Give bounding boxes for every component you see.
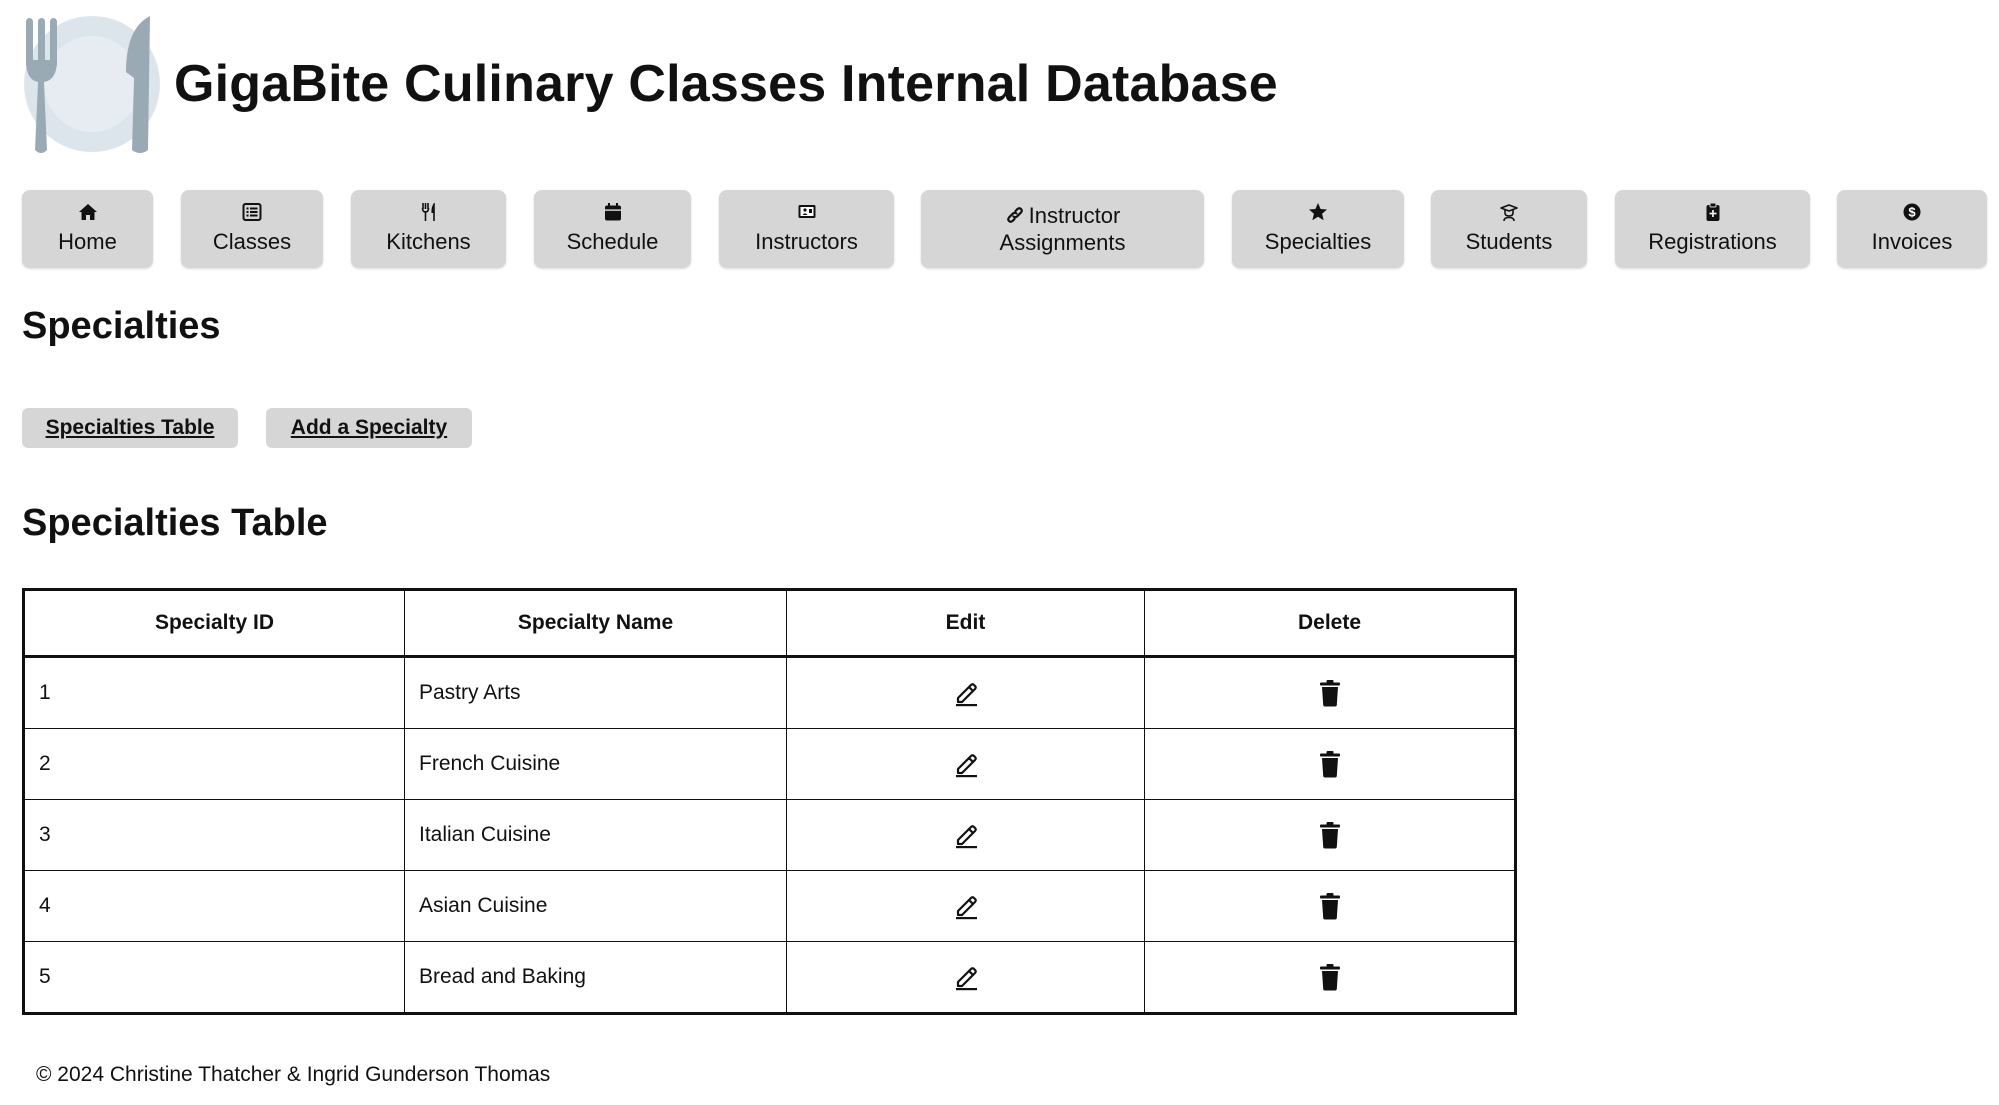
nav-invoices-button[interactable]: $ Invoices: [1837, 190, 1987, 268]
table-row: 4 Asian Cuisine: [23, 870, 1516, 942]
utensils-icon: [419, 202, 439, 222]
nav-instructors-button[interactable]: Instructors: [719, 190, 894, 268]
nav-instructor-assignments-label-line2: Assignments: [999, 230, 1126, 255]
star-icon: [1308, 202, 1328, 222]
graduate-icon: [1499, 202, 1519, 222]
calendar-icon: [603, 202, 623, 222]
table-row: 5 Bread and Baking: [23, 941, 1516, 1014]
pencil-icon[interactable]: [953, 892, 979, 920]
table-title: Specialties Table: [22, 502, 328, 544]
site-title: GigaBite Culinary Classes Internal Datab…: [174, 55, 1278, 113]
nav-home-button[interactable]: Home: [22, 190, 153, 268]
edit-cell: [786, 870, 1145, 942]
nav-registrations-button[interactable]: Registrations: [1615, 190, 1810, 268]
column-header-specialty-name: Specialty Name: [404, 589, 787, 657]
site-header: GigaBite Culinary Classes Internal Datab…: [22, 14, 1278, 154]
delete-cell: [1144, 941, 1516, 1014]
table-row: 2 French Cuisine: [23, 728, 1516, 800]
footer-copyright: © 2024 Christine Thatcher & Ingrid Gunde…: [36, 1063, 551, 1086]
svg-text:$: $: [1908, 205, 1916, 220]
edit-cell: [786, 656, 1145, 729]
add-specialty-link[interactable]: Add a Specialty: [266, 408, 472, 448]
presentation-icon: [797, 202, 817, 222]
trash-icon[interactable]: [1317, 821, 1343, 849]
nav-students-button[interactable]: Students: [1431, 190, 1587, 268]
specialty-id-cell: 1: [23, 656, 405, 729]
specialty-id-cell: 5: [23, 941, 405, 1014]
specialty-name-cell: Bread and Baking: [404, 941, 787, 1014]
pencil-icon[interactable]: [953, 750, 979, 778]
edit-cell: [786, 941, 1145, 1014]
table-header-row: Specialty ID Specialty Name Edit Delete: [23, 589, 1516, 657]
specialty-name-cell: French Cuisine: [404, 728, 787, 800]
edit-cell: [786, 799, 1145, 871]
delete-cell: [1144, 799, 1516, 871]
nav-instructor-assignments-line1: Instructor: [1005, 202, 1121, 230]
delete-cell: [1144, 656, 1516, 729]
edit-cell: [786, 728, 1145, 800]
nav-registrations-label: Registrations: [1648, 229, 1777, 255]
trash-icon[interactable]: [1317, 963, 1343, 991]
nav-schedule-label: Schedule: [566, 229, 659, 255]
link-icon: [1005, 204, 1025, 224]
nav-instructors-label: Instructors: [755, 229, 858, 255]
nav-specialties-label: Specialties: [1264, 229, 1372, 255]
plate-fork-knife-icon: [24, 16, 160, 153]
page-title: Specialties: [22, 305, 221, 347]
nav-home-label: Home: [58, 229, 117, 255]
specialty-name-cell: Asian Cuisine: [404, 870, 787, 942]
table-body: 1 Pastry Arts 2 French Cuisine 3 Italian Cuis…: [23, 656, 1516, 1014]
nav-invoices-label: Invoices: [1871, 229, 1953, 255]
nav-kitchens-label: Kitchens: [386, 229, 471, 255]
pencil-icon[interactable]: [953, 679, 979, 707]
table-row: 3 Italian Cuisine: [23, 799, 1516, 871]
specialties-table-link[interactable]: Specialties Table: [22, 408, 238, 448]
nav-classes-label: Classes: [212, 229, 292, 255]
list-icon: [242, 202, 262, 222]
nav-kitchens-button[interactable]: Kitchens: [351, 190, 506, 268]
column-header-specialty-id: Specialty ID: [23, 589, 405, 657]
clipboard-icon: [1703, 202, 1723, 222]
delete-cell: [1144, 728, 1516, 800]
nav-instructor-assignments-button[interactable]: Instructor Assignments: [921, 190, 1204, 268]
specialty-id-cell: 2: [23, 728, 405, 800]
specialty-name-cell: Pastry Arts: [404, 656, 787, 729]
trash-icon[interactable]: [1317, 750, 1343, 778]
pencil-icon[interactable]: [953, 963, 979, 991]
table-row: 1 Pastry Arts: [23, 656, 1516, 729]
trash-icon[interactable]: [1317, 679, 1343, 707]
pencil-icon[interactable]: [953, 821, 979, 849]
specialties-table: Specialty ID Specialty Name Edit Delete …: [22, 588, 1517, 1015]
nav-students-label: Students: [1465, 229, 1553, 255]
delete-cell: [1144, 870, 1516, 942]
main-nav: Home Classes Kitchens Schedule Instructo: [0, 190, 1999, 270]
nav-specialties-button[interactable]: Specialties: [1232, 190, 1404, 268]
nav-schedule-button[interactable]: Schedule: [534, 190, 691, 268]
specialty-id-cell: 3: [23, 799, 405, 871]
dollar-icon: $: [1902, 202, 1922, 222]
specialty-name-cell: Italian Cuisine: [404, 799, 787, 871]
column-header-delete: Delete: [1144, 589, 1516, 657]
house-icon: [78, 202, 98, 222]
specialty-id-cell: 4: [23, 870, 405, 942]
column-header-edit: Edit: [786, 589, 1145, 657]
nav-classes-button[interactable]: Classes: [181, 190, 323, 268]
nav-instructor-assignments-label-line1: Instructor: [1028, 202, 1121, 228]
trash-icon[interactable]: [1317, 892, 1343, 920]
